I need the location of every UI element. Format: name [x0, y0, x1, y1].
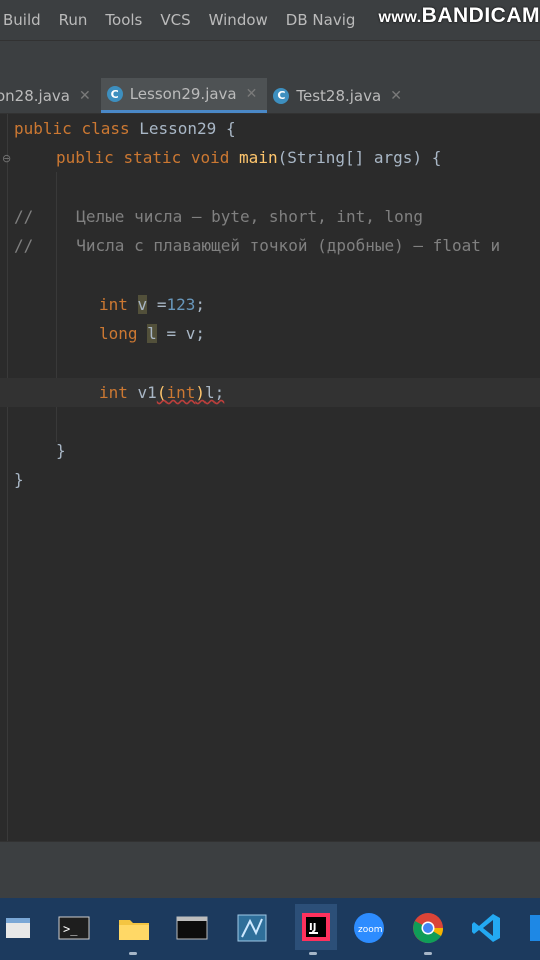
cmd-icon[interactable]	[176, 912, 208, 944]
code-line-13: }	[14, 470, 24, 489]
tab-test28[interactable]: C Test28.java ✕	[267, 78, 412, 113]
svg-text:zoom: zoom	[358, 925, 383, 935]
editor-tabs: on28.java ✕ C Lesson29.java ✕ C Test28.j…	[0, 78, 540, 114]
intellij-icon[interactable]: IJ	[295, 904, 337, 950]
status-bar	[0, 841, 540, 899]
chrome-icon[interactable]	[412, 912, 444, 944]
network-icon[interactable]	[236, 912, 268, 944]
zoom-icon[interactable]: zoom	[353, 912, 385, 944]
menu-build[interactable]: Build	[3, 11, 41, 29]
folder-icon[interactable]	[117, 912, 149, 944]
menu-run[interactable]: Run	[59, 11, 88, 29]
code-line-2: public static void main(String[] args) {	[56, 148, 442, 167]
taskbar: >_ IJ zoom	[0, 898, 540, 960]
running-indicator	[309, 952, 317, 955]
close-icon[interactable]: ✕	[390, 88, 402, 104]
code-line-10: int v1(int)l;	[0, 378, 540, 407]
menu-db-navigator[interactable]: DB Navig	[286, 11, 356, 29]
code-line-4: //Целые числа — byte, short, int, long	[14, 207, 424, 226]
tab-lesson28[interactable]: on28.java ✕	[0, 78, 101, 113]
app-icon-partial[interactable]	[524, 912, 540, 944]
tab-label: on28.java	[0, 86, 70, 105]
bandicam-watermark: www.BANDICAM	[378, 4, 540, 27]
close-icon[interactable]: ✕	[79, 88, 91, 104]
code-line-7: int v =123;	[99, 295, 205, 314]
java-class-icon: C	[106, 86, 123, 102]
menu-vcs[interactable]: VCS	[160, 11, 190, 29]
svg-text:>_: >_	[63, 922, 78, 936]
close-icon[interactable]: ✕	[246, 86, 258, 102]
menu-window[interactable]: Window	[209, 11, 268, 29]
running-indicator	[129, 952, 137, 955]
file-explorer-icon[interactable]	[2, 912, 34, 944]
java-class-icon: C	[273, 87, 290, 104]
terminal-icon[interactable]: >_	[58, 912, 90, 944]
vscode-icon[interactable]	[470, 912, 502, 944]
toolbar-area	[0, 40, 540, 79]
menu-tools[interactable]: Tools	[105, 11, 142, 29]
tab-label: Test28.java	[296, 86, 382, 105]
tab-lesson29[interactable]: C Lesson29.java ✕	[100, 78, 268, 113]
code-line-8: long l = v;	[99, 324, 205, 343]
code-line-12: }	[56, 441, 66, 460]
running-indicator	[424, 952, 432, 955]
code-line-5: //Числа с плавающей точкой (дробные) — f…	[14, 236, 501, 255]
svg-text:IJ: IJ	[309, 922, 316, 933]
tab-label: Lesson29.java	[129, 85, 237, 103]
code-editor[interactable]: public class Lesson29 { ⊖ public static …	[0, 114, 540, 841]
code-line-1: public class Lesson29 {	[14, 119, 236, 138]
